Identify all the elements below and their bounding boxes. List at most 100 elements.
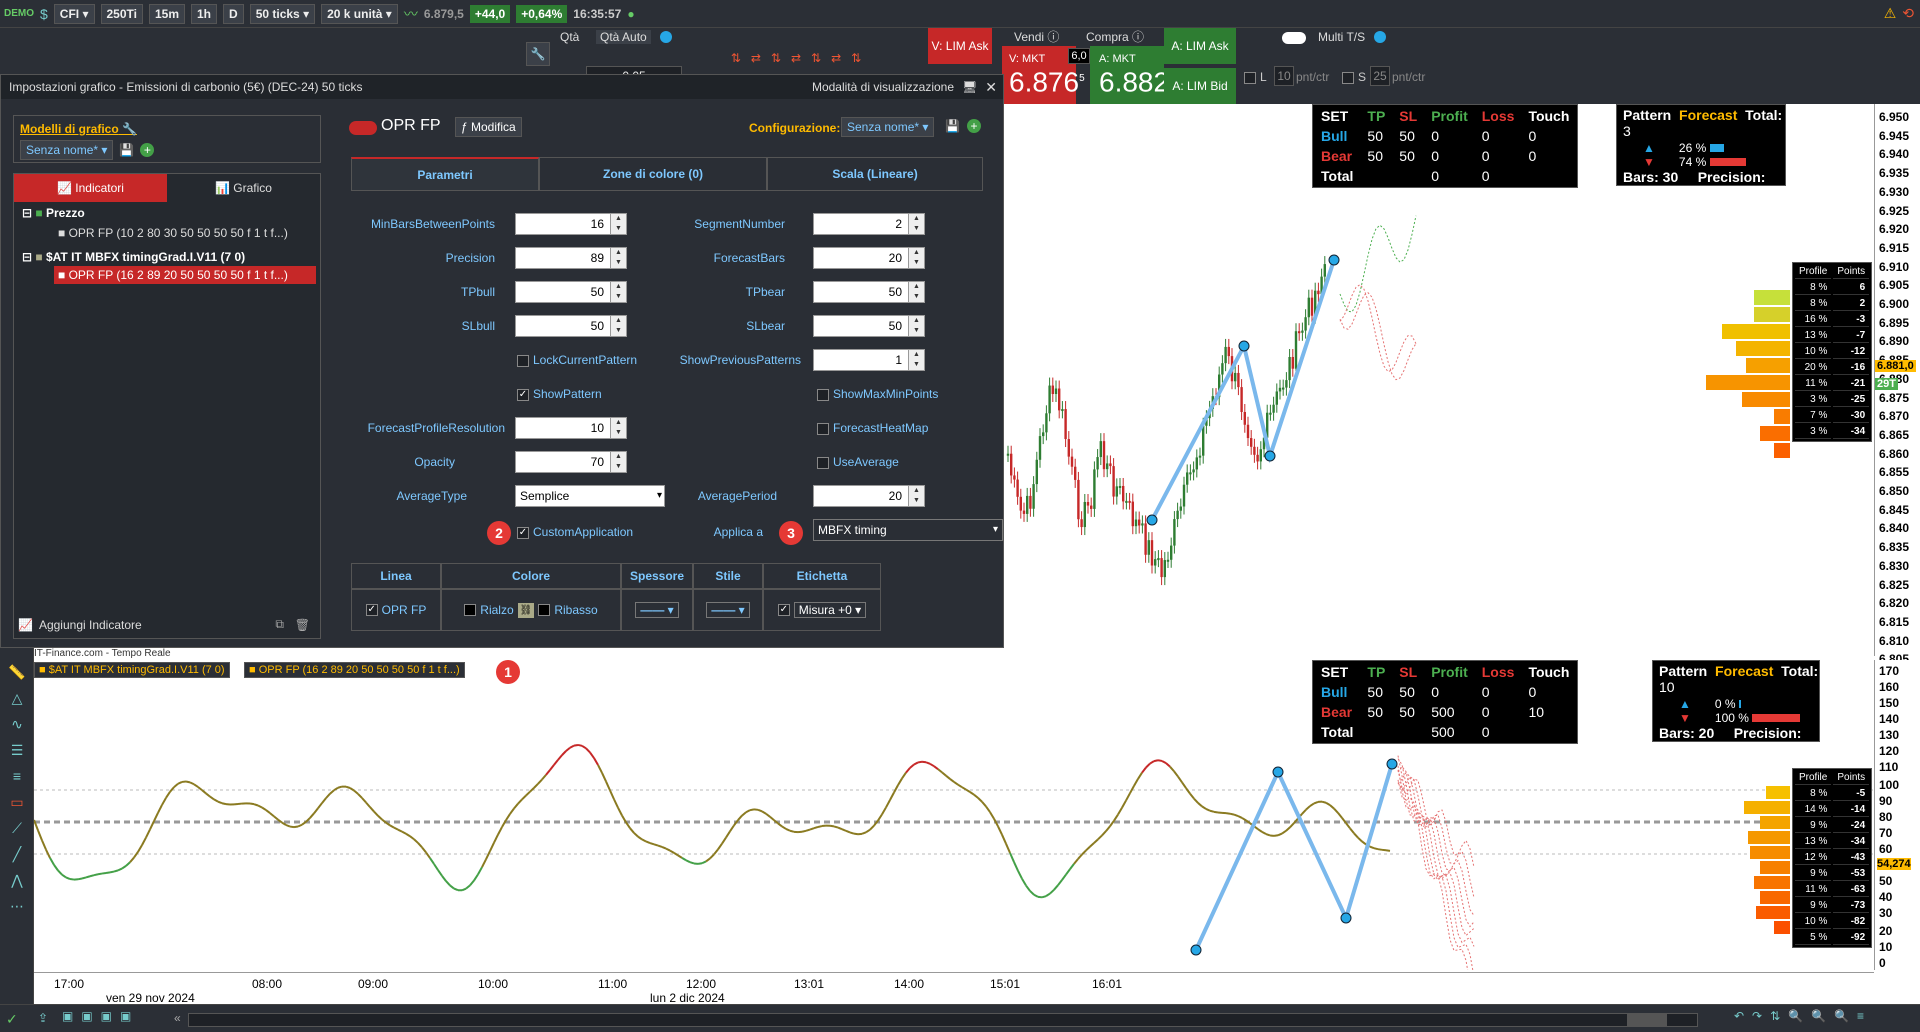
qta-auto-label[interactable]: Qtà Auto <box>596 30 651 44</box>
tree-item-mbfx[interactable]: ⊟ ■ $AT IT MBFX timingGrad.I.V11 (7 0) <box>14 242 320 266</box>
tree-item-opr2[interactable]: ■ OPR FP (16 2 89 20 50 50 50 50 f 1 t f… <box>54 266 316 284</box>
heatmap-checkbox[interactable]: ForecastHeatMap <box>817 421 928 435</box>
show-pattern-checkbox[interactable]: ✓ ShowPattern <box>517 387 602 401</box>
param-tpbull-input[interactable]: 50 ▲ ▼ <box>515 281 627 303</box>
toggle-icon[interactable] <box>660 31 672 43</box>
row-spessore[interactable]: —— ▾ <box>621 589 693 631</box>
row-linea[interactable]: ✓ OPR FP <box>351 589 441 631</box>
tab-indicatori[interactable]: 📈 Indicatori <box>14 174 167 202</box>
models-select[interactable]: Senza nome* ▾ <box>20 140 114 160</box>
applica-select[interactable]: MBFX timing ▾ <box>813 519 1003 541</box>
chart-type-icon[interactable]: 〰 <box>404 4 418 24</box>
trend-icon[interactable]: ╱ <box>4 846 30 864</box>
tree-item-prezzo[interactable]: ⊟ ■ Prezzo <box>14 202 320 224</box>
price-chart[interactable]: SET TP SL Profit Loss Touch Bull 50 50 0 0 0 Bear 5… <box>1004 104 1874 656</box>
spinner-icon[interactable]: ▲ ▼ <box>908 486 924 506</box>
price-axis[interactable]: 6.950 6.945 6.940 6.935 6.930 6.925 6.920 6.915… <box>1874 104 1920 666</box>
alim-ask-button[interactable]: A: LIM Ask <box>1164 28 1236 64</box>
models-link[interactable]: Modelli di grafico 🔧 <box>20 122 314 136</box>
config-add-icon[interactable]: + <box>967 119 981 133</box>
tab-parametri[interactable]: Parametri <box>351 157 539 191</box>
param-segment-input[interactable]: 2 ▲ ▼ <box>813 213 925 235</box>
param-slbear-input[interactable]: 50 ▲ ▼ <box>813 315 925 337</box>
l-value-input[interactable]: 10 <box>1274 66 1294 86</box>
ind-tag-mbfx[interactable]: ■ $AT IT MBFX timingGrad.I.V11 (7 0) <box>34 662 230 678</box>
spinner-icon[interactable]: ▲ ▼ <box>610 248 626 268</box>
share-icon[interactable]: ⇪ <box>38 1011 48 1025</box>
spinner-icon[interactable]: ▲ ▼ <box>908 214 924 234</box>
line-icon[interactable]: ⟋ <box>4 820 30 838</box>
refresh-icon[interactable]: ⟲ <box>1902 5 1914 22</box>
fib-icon[interactable]: ☰ <box>4 742 30 760</box>
scrollbar[interactable] <box>188 1013 1698 1027</box>
sell-market-button[interactable]: V: MKT 6.8765 <box>1002 46 1085 104</box>
param-tpbear-input[interactable]: 50 ▲ ▼ <box>813 281 925 303</box>
lock-pattern-checkbox[interactable]: LockCurrentPattern <box>517 353 637 367</box>
scroll-left-icon[interactable]: « <box>174 1011 181 1025</box>
rialzo-swatch[interactable] <box>464 604 477 616</box>
ticks-button[interactable]: 250Ti <box>100 3 143 24</box>
s-checkbox[interactable]: S <box>1342 70 1366 84</box>
spinner-icon[interactable]: ▲ ▼ <box>610 282 626 302</box>
row-stile[interactable]: —— ▾ <box>693 589 763 631</box>
copy-icon[interactable]: ⧉ <box>275 617 284 632</box>
use-average-checkbox[interactable]: UseAverage <box>817 455 899 469</box>
broker-select[interactable]: CFI ▾ <box>53 3 95 24</box>
tab-grafico[interactable]: 📊 Grafico <box>167 174 320 202</box>
tab-scala[interactable]: Scala (Lineare) <box>767 157 983 191</box>
opacity-input[interactable]: 70 ▲ ▼ <box>515 451 627 473</box>
dollar-icon[interactable]: $ <box>40 6 48 22</box>
units-select[interactable]: 20 k unità ▾ <box>321 3 398 24</box>
show-maxmin-checkbox[interactable]: ShowMaxMinPoints <box>817 387 938 401</box>
ribasso-swatch[interactable] <box>538 604 551 616</box>
add-icon[interactable]: + <box>140 143 155 157</box>
tf-1h-button[interactable]: 1h <box>191 3 218 24</box>
param-minbars-input[interactable]: 16 ▲ ▼ <box>515 213 627 235</box>
layout-icons[interactable]: ▣▣▣▣ <box>62 1009 139 1023</box>
warning-icon[interactable]: ⚠ <box>1884 5 1897 22</box>
s-value-input[interactable]: 25 <box>1370 66 1390 86</box>
tree-item-opr1[interactable]: ■ OPR FP (10 2 80 30 50 50 50 50 f 1 t f… <box>14 224 320 242</box>
custom-app-checkbox[interactable]: ✓ CustomApplication <box>517 525 633 539</box>
close-icon[interactable]: ✕ <box>985 79 997 96</box>
spinner-icon[interactable]: ▲ ▼ <box>610 418 626 438</box>
ruler-icon[interactable]: 📏 <box>4 664 30 682</box>
param-forecastbars-input[interactable]: 20 ▲ ▼ <box>813 247 925 269</box>
spinner-icon[interactable]: ▲ ▼ <box>610 316 626 336</box>
indicator-toggle[interactable] <box>349 121 377 135</box>
buy-market-button[interactable]: A: MKT 6.8825 <box>1090 46 1175 104</box>
indicator-axis[interactable]: 170 160 150 140 130 120 110 100 90 80 70 60 54,274 50… <box>1874 660 1920 970</box>
ticks-select[interactable]: 50 ticks ▾ <box>249 3 316 24</box>
time-axis[interactable]: 17:00 08:00 09:00 10:00 11:00 12:00 13:01 14:00… <box>34 972 1874 1006</box>
param-precision-input[interactable]: 89 ▲ ▼ <box>515 247 627 269</box>
tf-15m-button[interactable]: 15m <box>148 3 185 24</box>
more-icon[interactable]: ⋯ <box>4 898 30 916</box>
ind-tag-opr[interactable]: ■ OPR FP (16 2 89 20 50 50 50 50 f 1 t f… <box>244 662 465 678</box>
avgtype-select[interactable]: Semplice ▾ <box>515 485 665 507</box>
add-indicator-button[interactable]: 📈 Aggiungi Indicatore <box>18 618 142 632</box>
eraser-icon[interactable]: ▭ <box>4 794 30 812</box>
order-tools-icon[interactable]: ⇅⇄⇅⇄⇅⇄⇅ <box>690 46 912 70</box>
wave-icon[interactable]: ∿ <box>4 716 30 734</box>
vlim-ask-button[interactable]: V: LIM Ask <box>928 28 992 64</box>
logo-icon[interactable]: ✓ <box>6 1011 18 1028</box>
avgperiod-input[interactable]: 20 ▲ ▼ <box>813 485 925 507</box>
save-icon[interactable]: 💾 <box>119 143 134 157</box>
trash-icon[interactable]: 🗑 <box>295 618 310 632</box>
triangle-icon[interactable]: △ <box>4 690 30 708</box>
fpr-input[interactable]: 10 ▲ ▼ <box>515 417 627 439</box>
link-icon[interactable]: ⛓ <box>517 602 535 618</box>
alim-bid-button[interactable]: A: LIM Bid <box>1164 68 1236 104</box>
nav-icons[interactable]: ↶↷⇅🔍🔍🔍≡ <box>1734 1009 1872 1023</box>
monitor-icon[interactable]: 🖥 <box>962 80 977 94</box>
spinner-icon[interactable]: ▲ ▼ <box>908 282 924 302</box>
spinner-icon[interactable]: ▲ ▼ <box>610 452 626 472</box>
spinner-icon[interactable]: ▲ ▼ <box>908 248 924 268</box>
param-slbull-input[interactable]: 50 ▲ ▼ <box>515 315 627 337</box>
modifica-button[interactable]: ƒ Modifica <box>455 117 522 137</box>
l-checkbox[interactable]: L <box>1244 70 1267 84</box>
tf-d-button[interactable]: D <box>223 3 244 24</box>
channel-icon[interactable]: ≡ <box>4 768 30 786</box>
wrench-icon[interactable]: 🔧 <box>526 42 550 66</box>
row-etichetta[interactable]: ✓ Misura +0 ▾ <box>763 589 881 631</box>
